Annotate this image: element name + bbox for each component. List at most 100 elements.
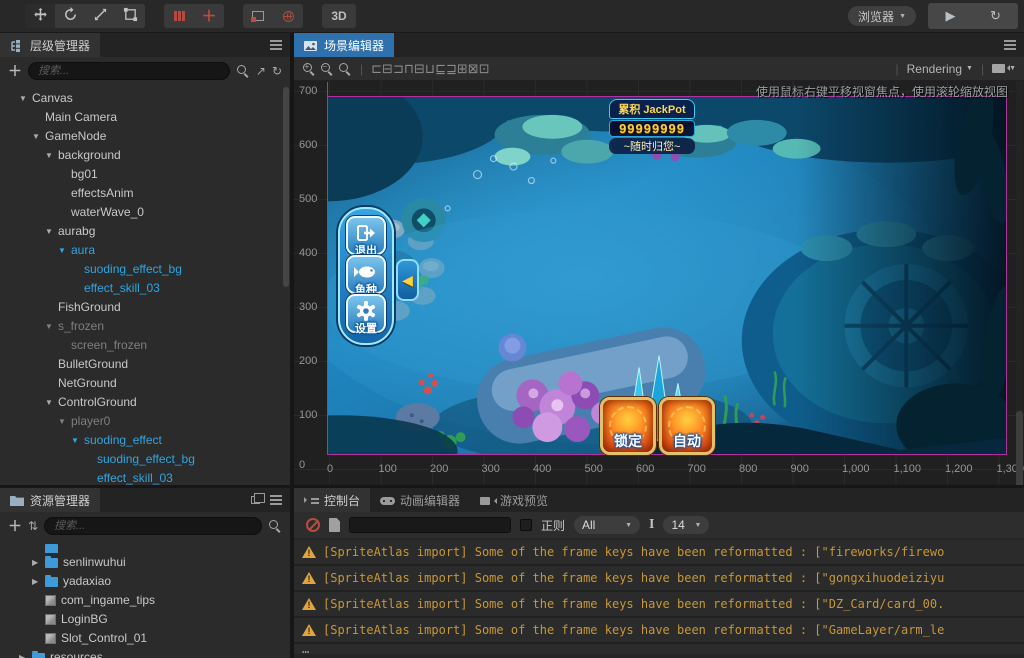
search-icon[interactable] — [268, 519, 282, 533]
hierarchy-node[interactable]: background — [0, 146, 290, 165]
same-size-icon[interactable]: ⊞ — [457, 61, 468, 76]
expand-arrow-icon[interactable] — [45, 222, 58, 241]
hierarchy-node[interactable]: bg01 — [0, 165, 290, 184]
same-width-icon[interactable]: ⊠ — [468, 61, 479, 76]
scene-viewport[interactable]: 使用鼠标右键平移视窗焦点，使用滚轮缩放视图 700600500400300200… — [294, 81, 1024, 485]
align-bottom-icon[interactable]: ⊔ — [425, 61, 435, 76]
open-log-file-icon[interactable] — [329, 518, 340, 532]
hierarchy-node[interactable]: aurabg — [0, 222, 290, 241]
asset-item[interactable]: yadaxiao — [0, 572, 290, 591]
hierarchy-node[interactable]: NetGround — [0, 374, 290, 393]
same-height-icon[interactable]: ⊡ — [479, 61, 490, 76]
game-canvas[interactable]: 累积 JackPot 99999999 ~随时归您~ 退出 — [327, 96, 1007, 455]
align-middle-icon[interactable]: ⊟ — [414, 61, 425, 76]
search-icon[interactable] — [236, 64, 250, 78]
expand-arrow-icon[interactable] — [71, 431, 84, 450]
hierarchy-node[interactable]: effect_skill_03 — [0, 469, 290, 485]
chevron-down-icon[interactable]: ▼ — [1009, 65, 1016, 72]
asset-item[interactable]: LoginBG — [0, 610, 290, 629]
pivot-mode-button[interactable] — [164, 4, 194, 28]
local-gizmo-button[interactable] — [243, 4, 273, 28]
expand-arrow-icon[interactable] — [32, 553, 45, 572]
console-log-entry[interactable]: [SpriteAtlas import] Some of the frame k… — [294, 592, 1024, 618]
asset-item[interactable]: resources — [0, 648, 290, 658]
clear-logs-icon[interactable] — [306, 518, 320, 532]
asset-item[interactable] — [0, 544, 290, 553]
hierarchy-node[interactable]: screen_frozen — [0, 336, 290, 355]
align-right-icon[interactable]: ⊐ — [393, 61, 404, 76]
hierarchy-node[interactable]: waterWave_0 — [0, 203, 290, 222]
distribute-v-icon[interactable]: ⊒ — [446, 61, 457, 76]
refresh-button[interactable]: ↻ — [973, 3, 1018, 29]
tab-animation-editor[interactable]: 动画编辑器 — [370, 488, 470, 512]
add-asset-button[interactable]: ＋ — [8, 516, 22, 536]
align-top-icon[interactable]: ⊓ — [404, 61, 414, 76]
asset-item[interactable]: Slot_Control_01 — [0, 629, 290, 648]
expand-arrow-icon[interactable] — [45, 393, 58, 412]
preview-browser-dropdown[interactable]: 浏览器 ▼ — [848, 6, 916, 26]
log-filter-input[interactable] — [349, 517, 511, 533]
hierarchy-scrollbar[interactable] — [283, 87, 289, 287]
hierarchy-node[interactable]: Main Camera — [0, 108, 290, 127]
align-left-icon[interactable]: ⊏ — [371, 61, 382, 76]
zoom-out-icon[interactable]: − — [320, 62, 334, 76]
align-center-h-icon[interactable]: ⊟ — [382, 61, 393, 76]
hierarchy-node[interactable]: GameNode — [0, 127, 290, 146]
zoom-in-icon[interactable]: + — [302, 62, 316, 76]
asset-item[interactable]: senlinwuhui — [0, 553, 290, 572]
tab-assets[interactable]: 资源管理器 — [0, 488, 100, 512]
hierarchy-search-input[interactable] — [28, 62, 230, 80]
play-button[interactable]: ▶ — [928, 3, 973, 29]
expand-arrow-icon[interactable] — [32, 127, 45, 146]
console-log-entry[interactable]: … — [294, 644, 1024, 654]
console-log-entry[interactable]: [SpriteAtlas import] Some of the frame k… — [294, 618, 1024, 644]
panel-menu-icon[interactable] — [270, 499, 282, 501]
expand-arrow-icon[interactable] — [45, 146, 58, 165]
viewport-scrollbar[interactable] — [1016, 81, 1023, 485]
chevron-down-icon[interactable]: ▼ — [966, 65, 973, 72]
hierarchy-node[interactable]: BulletGround — [0, 355, 290, 374]
expand-arrow-icon[interactable] — [58, 412, 71, 431]
asset-item[interactable]: com_ingame_tips — [0, 591, 290, 610]
log-level-dropdown[interactable]: All ▼ — [574, 516, 640, 534]
expand-arrow-icon[interactable] — [19, 648, 32, 658]
toggle-3d-button[interactable]: 3D — [322, 4, 356, 28]
font-size-dropdown[interactable]: 14 ▼ — [663, 516, 709, 534]
assets-search-input[interactable] — [44, 517, 262, 535]
zoom-reset-icon[interactable] — [338, 62, 352, 76]
add-node-button[interactable]: ＋ — [8, 61, 22, 81]
hierarchy-node[interactable]: suoding_effect_bg — [0, 450, 290, 469]
tab-scene-editor[interactable]: 场景编辑器 — [294, 33, 394, 57]
panel-menu-icon[interactable] — [270, 44, 282, 46]
console-log-entry[interactable]: [SpriteAtlas import] Some of the frame k… — [294, 540, 1024, 566]
hierarchy-node[interactable]: player0 — [0, 412, 290, 431]
expand-arrow-icon[interactable] — [19, 89, 32, 108]
expand-arrow-icon[interactable] — [32, 572, 45, 591]
expand-arrow-icon[interactable] — [45, 317, 58, 336]
locate-node-icon[interactable]: ↗ — [256, 64, 266, 78]
hierarchy-node[interactable]: effectsAnim — [0, 184, 290, 203]
tab-hierarchy[interactable]: 层级管理器 — [0, 33, 100, 57]
hierarchy-node[interactable]: aura — [0, 241, 290, 260]
move-tool-button[interactable] — [25, 4, 55, 28]
sort-assets-icon[interactable]: ⇅ — [28, 519, 38, 533]
rendering-dropdown[interactable]: Rendering — [907, 62, 962, 76]
hierarchy-node[interactable]: FishGround — [0, 298, 290, 317]
panel-menu-icon[interactable] — [1004, 44, 1016, 46]
scrollbar-thumb[interactable] — [1016, 411, 1023, 485]
hierarchy-node[interactable]: ControlGround — [0, 393, 290, 412]
tab-console[interactable]: 控制台 — [294, 488, 370, 512]
hierarchy-node[interactable]: suoding_effect — [0, 431, 290, 450]
refresh-tree-icon[interactable]: ↻ — [272, 64, 282, 78]
tab-game-preview[interactable]: 游戏预览 — [470, 488, 558, 512]
anchor-mode-button[interactable]: ＋ — [194, 4, 224, 28]
hierarchy-node[interactable]: effect_skill_03 — [0, 279, 290, 298]
camera-icon[interactable] — [992, 64, 1005, 73]
distribute-h-icon[interactable]: ⊑ — [435, 61, 446, 76]
hierarchy-node[interactable]: Canvas — [0, 89, 290, 108]
rotate-tool-button[interactable] — [55, 4, 85, 28]
global-gizmo-button[interactable] — [273, 4, 303, 28]
scale-tool-button[interactable] — [85, 4, 115, 28]
console-log-entry[interactable]: [SpriteAtlas import] Some of the frame k… — [294, 566, 1024, 592]
hierarchy-node[interactable]: s_frozen — [0, 317, 290, 336]
